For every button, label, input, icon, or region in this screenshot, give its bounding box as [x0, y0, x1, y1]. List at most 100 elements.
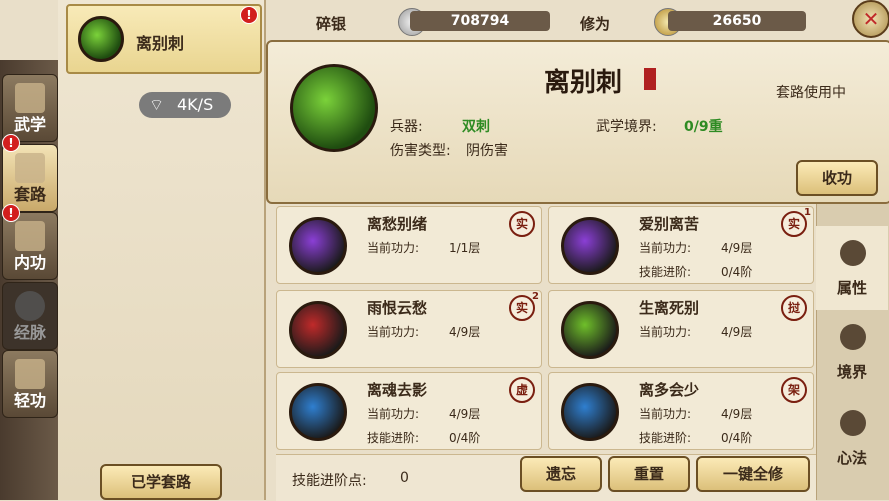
withdraw-button[interactable]: 收功	[796, 160, 878, 196]
tab-wuxue[interactable]: 武学	[2, 74, 58, 142]
weapon-label: 兵器:	[390, 119, 423, 135]
power-value: 4/9层	[721, 407, 753, 421]
power-value: 1/1层	[449, 241, 481, 255]
tech-label: 技能进阶:	[639, 431, 692, 445]
power-label: 当前功力:	[639, 407, 692, 421]
silver-label: 碎银	[316, 15, 347, 33]
routine-item-selected[interactable]: 离别刺	[66, 4, 262, 74]
close-icon[interactable]: ✕	[852, 0, 889, 38]
badge-count: 2	[532, 291, 539, 302]
silver-value: 708794	[410, 11, 550, 31]
tech-value: 0/4阶	[721, 431, 753, 445]
skill-type-badge: 虚	[509, 377, 535, 403]
meditation-icon	[15, 221, 45, 251]
tab-mental-method[interactable]: 心法	[816, 396, 888, 480]
network-indicator: ⌔ 4K/S	[139, 92, 231, 118]
stance-icon	[840, 324, 866, 350]
damage-label: 伤害类型:	[390, 143, 451, 159]
realm-value: 0/9重	[684, 119, 723, 135]
skill-card[interactable]: 雨恨云愁 当前功力: 4/9层实 2	[276, 290, 542, 368]
skill-name: 离愁别绪	[367, 215, 428, 233]
skill-name: 爱别离苦	[639, 215, 700, 233]
power-value: 4/9层	[449, 407, 481, 421]
book-icon	[15, 83, 45, 113]
tab-qinggong[interactable]: 轻功	[2, 350, 58, 418]
routine-detail-card: 离别刺 套路使用中 兵器: 双刺 武学境界: 0/9重 伤害类型: 阴伤害 收功	[266, 40, 889, 204]
tab-realm[interactable]: 境界	[816, 310, 888, 394]
tab-taolu[interactable]: 套路	[2, 144, 58, 212]
skill-icon	[289, 383, 347, 441]
alert-badge: !	[2, 134, 20, 152]
skill-card[interactable]: 生离死别当前功力: 4/9层 挝	[548, 290, 814, 368]
tech-label: 技能进阶:	[639, 265, 692, 279]
cultivation-value: 26650	[668, 11, 806, 31]
tab-label: 属性	[836, 279, 867, 297]
points-value: 0	[400, 470, 409, 486]
skill-icon	[561, 217, 619, 275]
wifi-icon: ⌔	[149, 95, 165, 114]
points-label: 技能进阶点:	[292, 473, 367, 489]
weapon-value: 双刺	[462, 119, 490, 135]
meridian-icon	[15, 291, 45, 321]
tab-label: 内功	[13, 253, 46, 272]
tab-label: 心法	[836, 449, 867, 467]
skill-card[interactable]: 离多会少当前功力: 4/9层技能进阶: 0/4阶 架	[548, 372, 814, 450]
power-label: 当前功力:	[367, 325, 420, 339]
skill-type-badge: 实	[509, 211, 535, 237]
repair-all-button[interactable]: 一键全修	[696, 456, 810, 492]
power-label: 当前功力:	[639, 241, 692, 255]
skill-card[interactable]: 离愁别绪当前功力: 1/1层 实	[276, 206, 542, 284]
tab-label: 武学	[13, 115, 46, 134]
routine-status: 套路使用中	[776, 85, 846, 101]
fighter-icon	[840, 240, 866, 266]
skill-name: 生离死别	[639, 299, 700, 317]
tab-jingmai[interactable]: 经脉	[2, 282, 58, 350]
power-value: 4/9层	[721, 241, 753, 255]
seal-icon	[644, 68, 656, 90]
power-value: 4/9层	[449, 325, 481, 339]
tab-label: 经脉	[13, 323, 46, 342]
routine-name: 离别刺	[136, 34, 185, 53]
skill-name: 雨恨云愁	[367, 299, 428, 317]
routine-icon	[78, 16, 124, 62]
damage-value: 阴伤害	[466, 143, 508, 159]
routine-large-icon	[290, 64, 378, 152]
skill-icon	[561, 383, 619, 441]
power-label: 当前功力:	[367, 407, 420, 421]
skill-name: 离魂去影	[367, 381, 428, 399]
power-value: 4/9层	[721, 325, 753, 339]
reset-button[interactable]: 重置	[608, 456, 690, 492]
tab-label: 境界	[836, 363, 867, 381]
currency-bar: 碎银 708794 修为 26650	[272, 5, 852, 37]
skill-card[interactable]: 离魂去影当前功力: 4/9层技能进阶: 0/4阶 虚	[276, 372, 542, 450]
routine-title: 离别刺	[544, 68, 623, 98]
forget-button[interactable]: 遗忘	[520, 456, 602, 492]
tab-label: 轻功	[13, 391, 46, 410]
tech-label: 技能进阶:	[367, 431, 420, 445]
alert-badge: !	[240, 6, 258, 24]
skill-icon	[289, 217, 347, 275]
tech-value: 0/4阶	[449, 431, 481, 445]
skill-card[interactable]: 爱别离苦 当前功力: 4/9层 技能进阶: 0/4阶实 1	[548, 206, 814, 284]
routine-list-panel	[58, 0, 266, 500]
cultivation-label: 修为	[580, 15, 611, 33]
power-label: 当前功力:	[639, 325, 692, 339]
skill-name: 离多会少	[639, 381, 700, 399]
learned-routines-button[interactable]: 已学套路	[100, 464, 222, 500]
tab-label: 套路	[13, 185, 46, 204]
boot-icon	[15, 359, 45, 389]
badge-count: 1	[804, 207, 811, 218]
skill-type-badge: 挝	[781, 295, 807, 321]
alert-badge: !	[2, 204, 20, 222]
scroll-icon	[15, 153, 45, 183]
skill-icon	[561, 301, 619, 359]
tech-value: 0/4阶	[721, 265, 753, 279]
skill-icon	[289, 301, 347, 359]
realm-label: 武学境界:	[596, 119, 657, 135]
power-label: 当前功力:	[367, 241, 420, 255]
monk-icon	[840, 410, 866, 436]
tab-attributes[interactable]: 属性	[816, 226, 888, 310]
tab-neigong[interactable]: 内功	[2, 212, 58, 280]
network-speed: 4K/S	[177, 95, 214, 114]
skill-type-badge: 架	[781, 377, 807, 403]
